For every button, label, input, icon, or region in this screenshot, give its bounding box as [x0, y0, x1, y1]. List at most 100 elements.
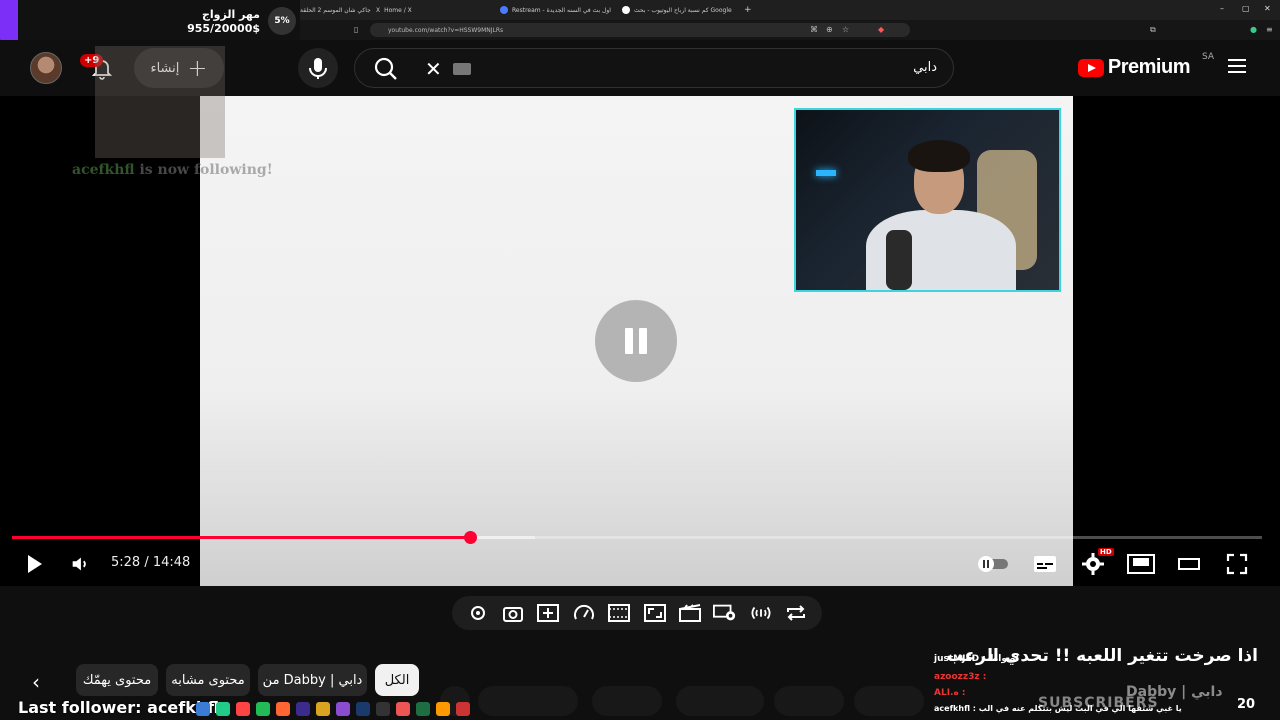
progress-bar[interactable] [12, 531, 1262, 544]
played-bar [12, 536, 470, 539]
aspect-ratio-icon[interactable] [643, 601, 667, 625]
chat-message: acefkhfl : يا غبي شتفها الي في البث ليش … [934, 704, 1182, 713]
donation-goal-widget: مهر الزواج 955/20000$ 5% [0, 0, 300, 44]
brave-icon[interactable] [276, 702, 290, 716]
youtube-logo[interactable]: Premium [1077, 56, 1191, 79]
time-display: 5:28 / 14:48 [111, 555, 191, 570]
chrome-icon[interactable] [236, 702, 250, 716]
hd-badge: HD [1098, 548, 1114, 556]
subtitles-button[interactable] [1032, 552, 1058, 576]
whatsapp-icon[interactable] [256, 702, 270, 716]
folder-icon[interactable] [316, 702, 330, 716]
goal-percent: 5% [268, 7, 296, 35]
excel-icon[interactable] [416, 702, 430, 716]
enhance-icon[interactable] [536, 601, 560, 625]
browser-tab[interactable]: جاكي شان الموسم 2 الحلقة [300, 3, 371, 17]
last-follower-label: Last follower: acefkhfl [18, 698, 220, 717]
zoom-icon[interactable]: ⊕ [826, 25, 833, 34]
restream-icon [500, 6, 508, 14]
chip-interests[interactable]: محتوى يهمّك [76, 664, 158, 696]
discord-icon[interactable] [336, 702, 350, 716]
close-window-button[interactable]: ✕ [1264, 4, 1271, 13]
play-button[interactable] [22, 552, 46, 576]
play-icon [28, 555, 42, 573]
theater-mode-button[interactable] [1176, 552, 1202, 576]
avatar[interactable] [30, 52, 62, 84]
translate-icon[interactable]: ⌘ [810, 25, 818, 34]
tab-label: Restream - اول بث في السنه الجديدة [512, 6, 611, 14]
logo-text: Premium [1107, 56, 1191, 78]
chrome-canary-icon[interactable] [436, 702, 450, 716]
theater-icon [1178, 558, 1200, 570]
browser-menu-icon[interactable]: ≡ [1266, 25, 1273, 34]
google-icon [622, 6, 630, 14]
obs-icon[interactable] [456, 702, 470, 716]
subscribers-count: 20 [1237, 697, 1256, 712]
clear-search-icon[interactable]: ✕ [425, 57, 442, 81]
goal-accent-bar [0, 0, 18, 44]
mute-button[interactable] [68, 552, 92, 576]
chat-message: ALI.ه : [934, 688, 966, 698]
search-box[interactable]: دابي ✕ [354, 48, 954, 88]
chip-from-dabby[interactable]: من Dabby | دابي [258, 664, 367, 696]
streamer-hair [908, 140, 970, 172]
premiere-icon[interactable] [296, 702, 310, 716]
hamburger-menu-icon[interactable] [1228, 59, 1246, 73]
browser-tab[interactable]: X Home / X [376, 3, 412, 17]
new-tab-button[interactable]: + [744, 3, 752, 17]
chip-all[interactable]: الكل [375, 664, 419, 696]
bookmark-icon[interactable]: ▯ [354, 25, 358, 34]
tab-label: كم نسبة ارباح اليوتيوب - بحث Google [634, 6, 732, 14]
streamer-webcam [794, 108, 1061, 292]
scrubber-handle[interactable] [463, 531, 477, 544]
pause-overlay-icon[interactable] [595, 300, 677, 382]
search-button[interactable] [367, 53, 407, 85]
vpn-icon[interactable]: ● [1250, 25, 1257, 34]
speed-icon[interactable] [572, 601, 596, 625]
film-strip-icon[interactable] [607, 601, 631, 625]
follower-alert-image [95, 46, 225, 158]
search-input[interactable]: دابي [913, 60, 937, 75]
voice-search-button[interactable] [298, 48, 338, 88]
minimize-button[interactable]: – [1220, 4, 1224, 13]
taskbar-app-icon[interactable] [196, 702, 210, 716]
watch-tracker-icon[interactable] [713, 601, 737, 625]
clapperboard-icon[interactable] [678, 601, 702, 625]
gear-icon[interactable] [466, 601, 490, 625]
tab-label: Home / X [384, 6, 412, 14]
fullscreen-icon [1226, 553, 1248, 575]
loop-icon[interactable] [784, 601, 808, 625]
search-icon [374, 57, 397, 80]
screenshot-icon[interactable] [501, 601, 525, 625]
brave-shield-icon[interactable]: ◆ [878, 25, 884, 34]
follower-text: is now following! [139, 162, 273, 178]
youtube-play-icon [1077, 58, 1104, 77]
follower-name: acefkhfl [72, 162, 135, 178]
chat-message: justMJED : اصواط [934, 654, 1019, 664]
keyboard-icon[interactable] [453, 63, 471, 75]
follower-alert: acefkhfl is now following! [72, 162, 273, 178]
autoplay-toggle-icon [978, 556, 1008, 572]
led-light [816, 170, 836, 176]
steam-icon[interactable] [356, 702, 370, 716]
extension-toolbar [452, 596, 822, 630]
chip-similar[interactable]: محتوى مشابه [166, 664, 250, 696]
broadcast-icon[interactable] [749, 601, 773, 625]
goal-title: مهر الزواج [201, 8, 260, 21]
miniplayer-button[interactable] [1126, 552, 1156, 576]
extensions-icon[interactable]: ⧉ [1150, 25, 1156, 35]
taskbar [196, 702, 470, 716]
taskbar-app-icon[interactable] [216, 702, 230, 716]
star-icon[interactable]: ☆ [842, 25, 849, 34]
volume-icon [72, 557, 86, 571]
terminal-icon[interactable] [376, 702, 390, 716]
url-text: youtube.com/watch?v=HSSW9MNJLRs [388, 26, 504, 34]
region-code: SA [1201, 52, 1214, 62]
fullscreen-button[interactable] [1224, 552, 1250, 576]
browser-tab-active[interactable]: كم نسبة ارباح اليوتيوب - بحث Google [622, 3, 732, 17]
browser-tab[interactable]: Restream - اول بث في السنه الجديدة [500, 3, 611, 17]
desk-microphone [886, 230, 912, 290]
taskbar-app-icon[interactable] [396, 702, 410, 716]
maximize-button[interactable]: ▢ [1242, 4, 1250, 13]
autoplay-toggle[interactable] [976, 552, 1010, 576]
